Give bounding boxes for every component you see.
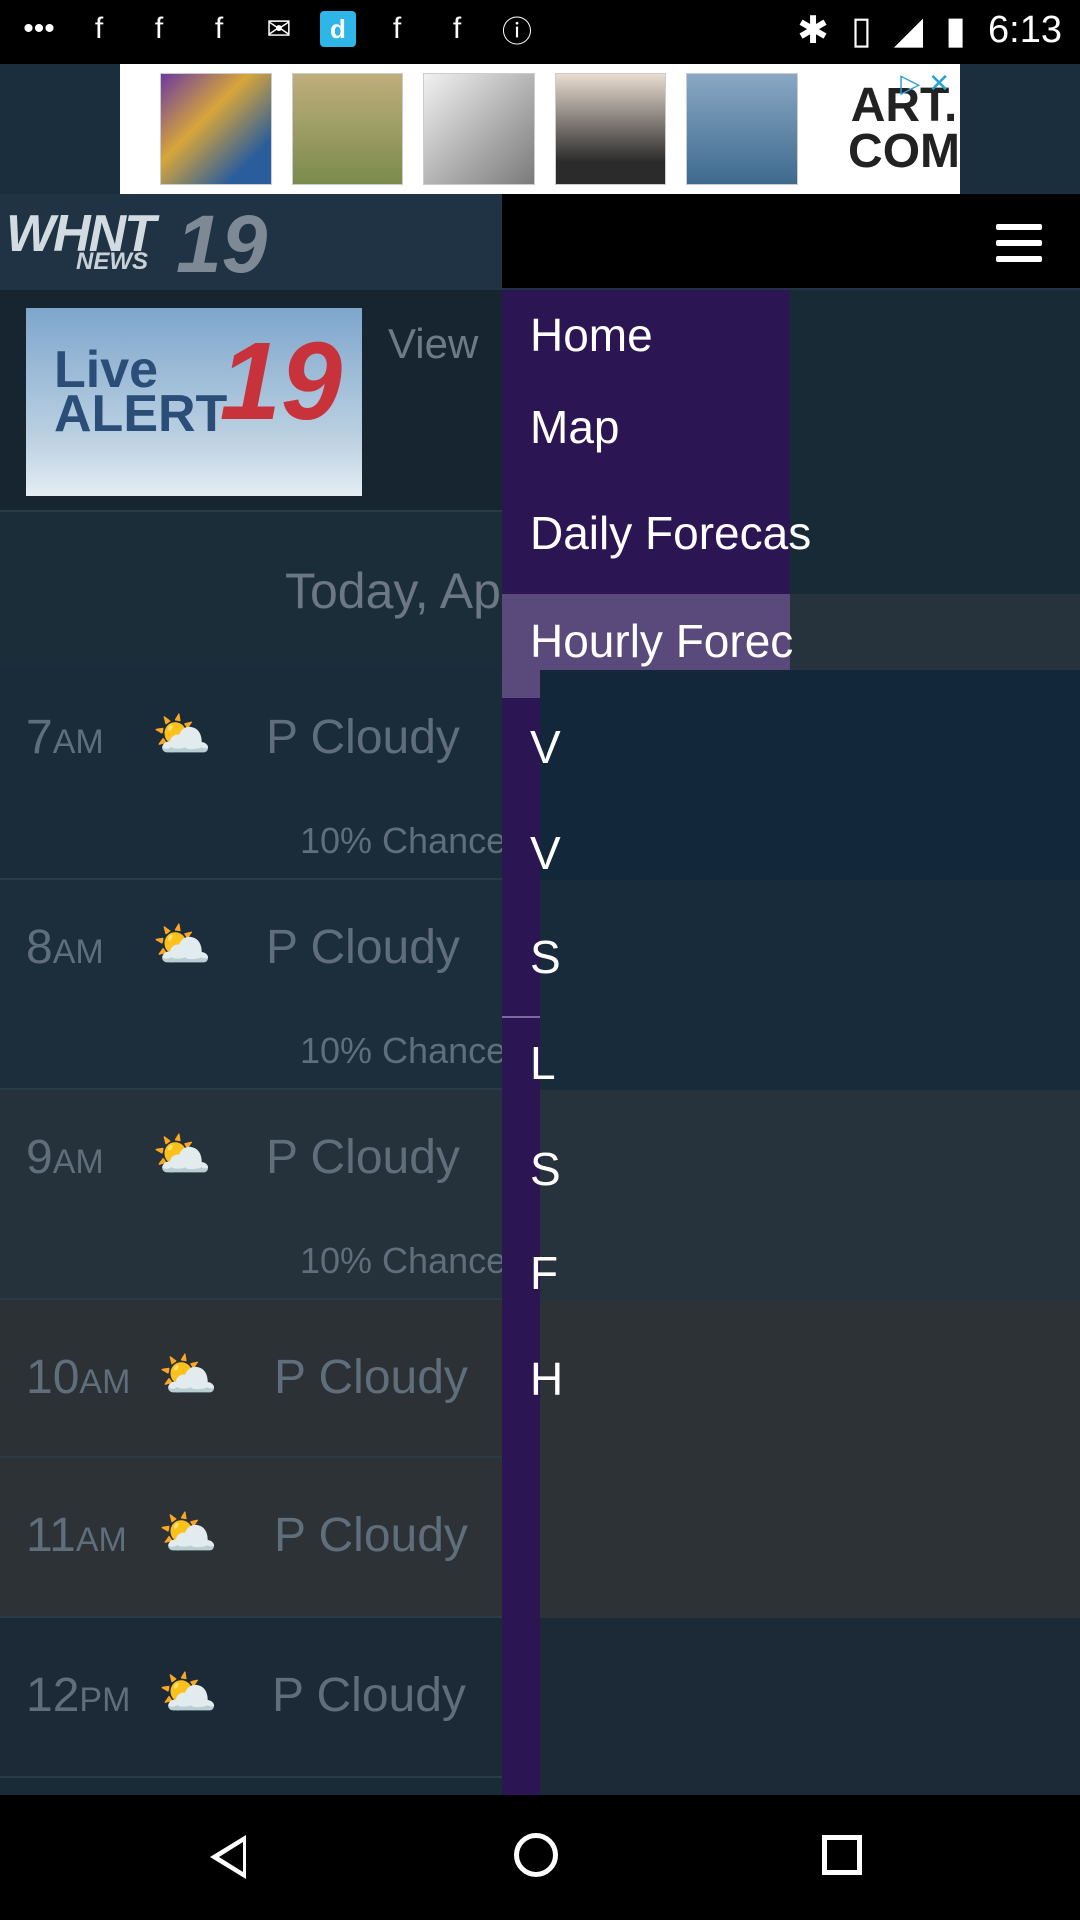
menu-item-truncated[interactable]: V bbox=[530, 720, 561, 774]
facebook-icon: f bbox=[452, 12, 462, 45]
facebook-icon: f bbox=[154, 12, 164, 45]
partly-cloudy-icon: ⛅ bbox=[152, 1129, 212, 1182]
menu-item-truncated[interactable]: S bbox=[530, 1142, 561, 1196]
clock: 6:13 bbox=[988, 9, 1062, 51]
menu-item-truncated[interactable]: L bbox=[530, 1036, 556, 1090]
signal-icon: ◢ bbox=[893, 10, 924, 52]
ad-image bbox=[160, 73, 272, 185]
ad-image bbox=[291, 73, 404, 185]
drawer-header bbox=[502, 194, 1080, 288]
more-icon: ••• bbox=[23, 12, 55, 45]
partly-cloudy-icon: ⛅ bbox=[158, 1349, 218, 1402]
info-icon: ⓘ bbox=[502, 16, 532, 49]
ad-image bbox=[423, 73, 535, 185]
ad-banner[interactable]: ART. COM ▷ ✕ bbox=[120, 64, 960, 194]
bluetooth-icon: ✱ bbox=[797, 10, 829, 52]
facebook-icon: f bbox=[214, 12, 224, 45]
ad-close-icon[interactable]: ✕ bbox=[928, 68, 950, 99]
menu-item-map[interactable]: Map bbox=[502, 400, 790, 454]
ad-image bbox=[686, 73, 799, 185]
mail-icon: ✉ bbox=[266, 12, 292, 46]
menu-item-truncated[interactable]: H bbox=[530, 1352, 563, 1406]
ad-image bbox=[554, 73, 667, 185]
menu-item-truncated[interactable]: S bbox=[530, 930, 561, 984]
facebook-icon: f bbox=[94, 12, 104, 45]
system-nav-bar bbox=[0, 1795, 1080, 1920]
partly-cloudy-icon: ⛅ bbox=[158, 1507, 218, 1560]
vibrate-icon: ▯ bbox=[850, 10, 872, 52]
battery-icon: ▮ bbox=[945, 10, 967, 52]
status-bar: ••• f f f ✉ d f f ⓘ ✱ ▯ ◢ ▮ 6:13 bbox=[0, 0, 1080, 64]
menu-item-home[interactable]: Home bbox=[502, 308, 790, 362]
station-logo[interactable]: WHNT NEWS 19 bbox=[6, 199, 267, 290]
home-icon[interactable] bbox=[514, 1833, 558, 1877]
live-alert-thumbnail[interactable]: Live ALERT 19 bbox=[26, 308, 362, 496]
facebook-icon: f bbox=[392, 12, 402, 45]
menu-list: Home Map Daily Forecas Hourly Forec V V … bbox=[502, 290, 1080, 1795]
ad-controls[interactable]: ▷ ✕ bbox=[900, 68, 950, 99]
ad-info-icon[interactable]: ▷ bbox=[900, 68, 920, 99]
partly-cloudy-icon: ⛅ bbox=[152, 919, 212, 972]
app-d-icon: d bbox=[320, 11, 356, 47]
menu-item-truncated[interactable]: F bbox=[530, 1246, 558, 1300]
view-label: View bbox=[388, 320, 479, 367]
partly-cloudy-icon: ⛅ bbox=[158, 1667, 218, 1720]
back-icon[interactable] bbox=[210, 1835, 246, 1879]
recent-apps-icon[interactable] bbox=[822, 1835, 862, 1875]
partly-cloudy-icon: ⛅ bbox=[152, 709, 212, 762]
menu-icon[interactable] bbox=[996, 224, 1042, 262]
notification-icons: ••• f f f ✉ d f f ⓘ bbox=[20, 10, 536, 49]
navigation-drawer: Home Map Daily Forecas Hourly Forec V V … bbox=[502, 194, 1080, 1795]
menu-item-truncated[interactable]: V bbox=[530, 826, 561, 880]
menu-item-daily-forecast[interactable]: Daily Forecas bbox=[502, 506, 811, 560]
system-icons: ✱ ▯ ◢ ▮ 6:13 bbox=[797, 8, 1062, 53]
